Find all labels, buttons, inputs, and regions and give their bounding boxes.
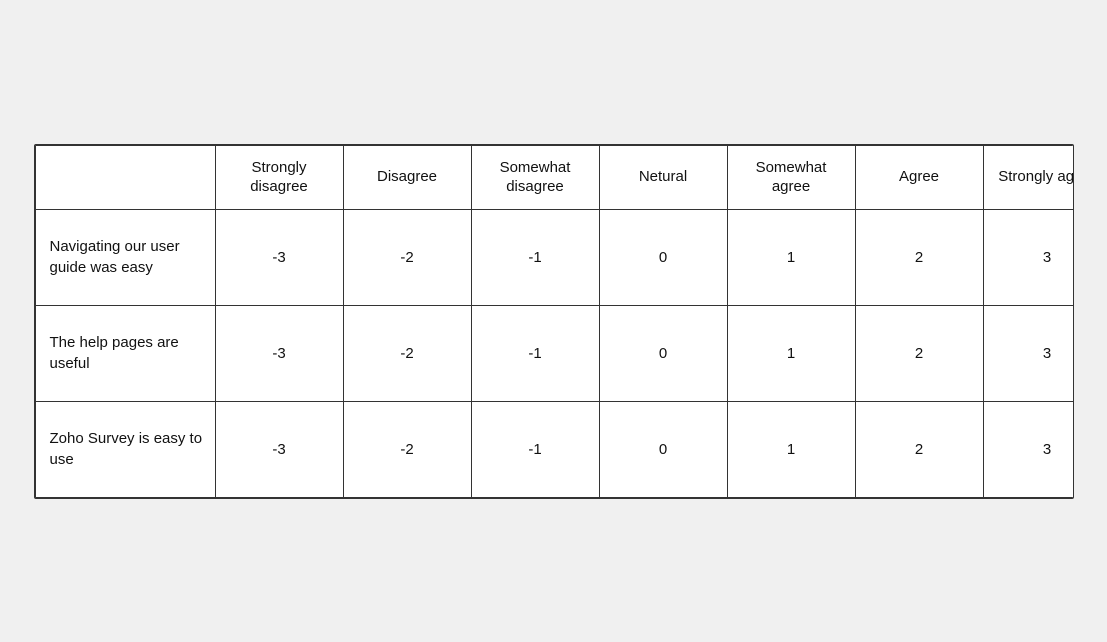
cell-0-5: 2 [855, 209, 983, 305]
row-label-2: Zoho Survey is easy to use [35, 401, 215, 497]
cell-2-0: -3 [215, 401, 343, 497]
cell-0-2: -1 [471, 209, 599, 305]
header-somewhat-agree: Somewhat agree [727, 145, 855, 209]
cell-2-3: 0 [599, 401, 727, 497]
cell-1-4: 1 [727, 305, 855, 401]
cell-0-0: -3 [215, 209, 343, 305]
cell-2-4: 1 [727, 401, 855, 497]
cell-0-3: 0 [599, 209, 727, 305]
cell-0-4: 1 [727, 209, 855, 305]
header-agree: Agree [855, 145, 983, 209]
header-question [35, 145, 215, 209]
cell-1-0: -3 [215, 305, 343, 401]
header-neutral: Netural [599, 145, 727, 209]
table-row: The help pages are useful-3-2-10123 [35, 305, 1074, 401]
cell-2-1: -2 [343, 401, 471, 497]
cell-2-5: 2 [855, 401, 983, 497]
table-row: Zoho Survey is easy to use-3-2-10123 [35, 401, 1074, 497]
cell-1-5: 2 [855, 305, 983, 401]
cell-1-6: 3 [983, 305, 1074, 401]
header-disagree: Disagree [343, 145, 471, 209]
row-label-1: The help pages are useful [35, 305, 215, 401]
header-strongly-disagree: Strongly disagree [215, 145, 343, 209]
header-somewhat-disagree: Somewhat disagree [471, 145, 599, 209]
header-strongly-agree: Strongly agree [983, 145, 1074, 209]
survey-table-container: Strongly disagree Disagree Somewhat disa… [34, 144, 1074, 499]
survey-table: Strongly disagree Disagree Somewhat disa… [35, 145, 1074, 498]
cell-1-1: -2 [343, 305, 471, 401]
cell-0-1: -2 [343, 209, 471, 305]
cell-2-2: -1 [471, 401, 599, 497]
header-row: Strongly disagree Disagree Somewhat disa… [35, 145, 1074, 209]
cell-1-3: 0 [599, 305, 727, 401]
cell-2-6: 3 [983, 401, 1074, 497]
cell-1-2: -1 [471, 305, 599, 401]
table-row: Navigating our user guide was easy-3-2-1… [35, 209, 1074, 305]
row-label-0: Navigating our user guide was easy [35, 209, 215, 305]
cell-0-6: 3 [983, 209, 1074, 305]
